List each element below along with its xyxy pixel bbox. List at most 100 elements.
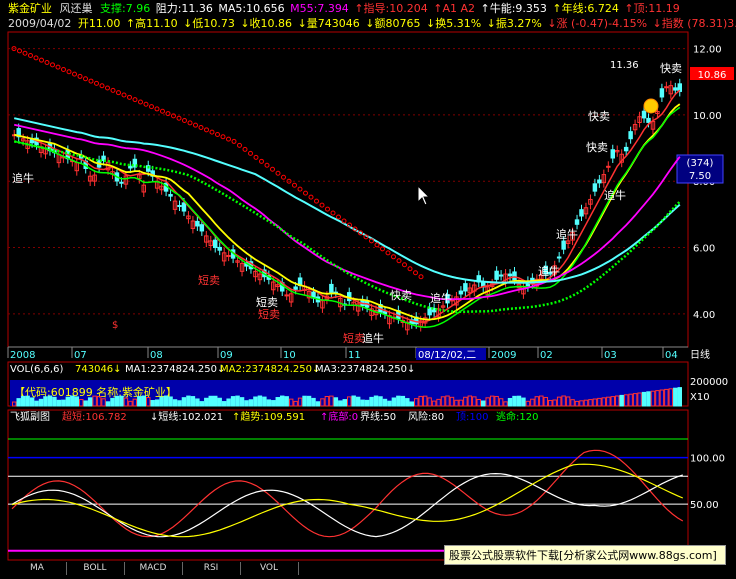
volume-bar xyxy=(387,400,392,407)
annotation-short-sell-2: 短卖 xyxy=(256,295,278,309)
volume-bar xyxy=(516,395,522,407)
volume-bar xyxy=(378,396,383,407)
ma5-value: MA5:10.656 xyxy=(218,2,285,15)
volume-bar xyxy=(673,387,678,407)
price-tick-label: 10.00 xyxy=(693,111,722,122)
volume-bar xyxy=(512,395,517,407)
volume-bar xyxy=(396,395,401,407)
year-line-dot xyxy=(292,182,297,188)
volume-bar xyxy=(226,398,231,407)
annotation-dollar-mark: $ xyxy=(112,320,118,331)
volume-bar xyxy=(199,401,205,407)
sub-trend: ↑趋势:109.591 xyxy=(232,410,305,423)
year-line-dot xyxy=(281,174,286,180)
volume-bar xyxy=(235,395,240,407)
sub-escape: 逃命:120 xyxy=(496,410,538,423)
volume-bar xyxy=(382,398,388,407)
ma-green-line xyxy=(14,106,681,328)
year-line-dot xyxy=(50,62,55,68)
smiley-face-icon xyxy=(643,98,659,114)
annotation-chase-bull-1: 追牛 xyxy=(12,171,34,185)
volume-bar xyxy=(119,395,124,407)
volume-bar xyxy=(208,395,214,407)
volume-bar xyxy=(369,396,374,407)
volume-bar xyxy=(70,395,75,407)
volume-bar xyxy=(409,401,414,407)
year-line-dot xyxy=(17,48,22,54)
info-date: 2009/04/02 xyxy=(8,17,72,30)
year-line-dot xyxy=(303,190,308,196)
volume-bar xyxy=(373,395,379,407)
tab-rsi[interactable]: RSI xyxy=(182,562,241,575)
year-line-dot xyxy=(297,186,303,192)
vol-ma2: MA2:2374824.250↓ xyxy=(220,364,320,375)
year-line-dot xyxy=(66,69,72,75)
annotation-fast-sell-2: 快卖 xyxy=(586,141,608,154)
a1a2-value: ↑A1 A2 xyxy=(433,2,475,15)
tab-boll[interactable]: BOLL xyxy=(66,562,125,575)
chart-canvas[interactable]: 12.0010.008.006.004.0010.86(374)7.5011.3… xyxy=(0,0,736,579)
tab-vol[interactable]: VOL xyxy=(240,562,299,575)
candle-body xyxy=(597,179,602,184)
volume-bar xyxy=(677,387,682,407)
date-cursor-label: 08/12/02,二 xyxy=(418,350,476,361)
year-line-dot xyxy=(237,142,242,148)
info-turnover: ↓换5.31% xyxy=(426,17,482,30)
ad-banner-link[interactable]: 股票公式股票软件下载[分析家公式网www.88gs.com] xyxy=(444,545,726,565)
year-line-dot xyxy=(72,71,77,77)
year-line-value: ↑年线:6.724 xyxy=(552,2,619,15)
candle-body xyxy=(646,117,651,123)
info-amplitude: ↓振3.27% xyxy=(486,17,542,30)
info-open: 开11.00 xyxy=(77,17,121,30)
volume-bar xyxy=(619,394,624,407)
volume-bar xyxy=(204,397,209,407)
volume-bar xyxy=(20,395,26,407)
candle-body xyxy=(623,146,629,152)
volume-bar xyxy=(141,395,147,407)
info-index: ↓指数 (78.31)3. xyxy=(652,17,736,30)
year-line-dot xyxy=(61,66,66,72)
year-line-dot xyxy=(22,50,28,56)
volume-bar xyxy=(239,397,245,407)
volume-bar xyxy=(61,399,66,407)
volume-bar xyxy=(87,397,93,407)
candle-body xyxy=(498,274,504,277)
code-name-label: 【代码:601899 名称:紫金矿业】 xyxy=(14,385,177,399)
vol-ma1: MA1:2374824.250↓ xyxy=(125,364,225,375)
year-line-dot xyxy=(187,120,193,126)
year-line-dot xyxy=(127,94,132,100)
volume-bar xyxy=(150,400,155,407)
volume-bar xyxy=(74,396,79,407)
volume-bar xyxy=(172,399,178,407)
info-close: ↓收10.86 xyxy=(240,17,293,30)
candle-body xyxy=(606,165,611,168)
stock-chart-window: 12.0010.008.006.004.0010.86(374)7.5011.3… xyxy=(0,0,736,579)
volume-bar xyxy=(52,396,57,407)
super-short-line xyxy=(11,449,684,538)
volume-bar xyxy=(213,395,218,407)
year-line-dot xyxy=(28,53,33,59)
volume-bar xyxy=(253,396,258,407)
stock-name: 紫金矿业 xyxy=(8,2,52,15)
annotation-short-sell-3: 短卖 xyxy=(258,307,280,321)
vol-label: VOL(6,6,6) xyxy=(10,364,63,375)
top-value: ↑顶:11.19 xyxy=(624,2,680,15)
candle-body xyxy=(284,294,289,297)
badge-value: 7.50 xyxy=(689,171,711,182)
candle-body xyxy=(427,307,432,316)
peak-price-label: 11.36 xyxy=(610,60,639,71)
candle-body xyxy=(217,246,222,251)
tab-macd[interactable]: MACD xyxy=(124,562,183,575)
year-line-dot xyxy=(402,262,407,268)
vol-value: 743046↓ xyxy=(75,364,122,375)
year-line-dot xyxy=(110,87,116,93)
tab-ma[interactable]: MA xyxy=(8,562,67,575)
volume-bar xyxy=(181,397,187,407)
annotation-chase-bull-4: 追牛 xyxy=(538,264,560,278)
sub-super-short: 超短:106.782 xyxy=(62,410,127,423)
short-line xyxy=(11,472,683,538)
volume-bar xyxy=(16,398,21,407)
time-label: 11 xyxy=(348,350,361,361)
sub-panel-frame xyxy=(7,409,689,561)
volume-bar xyxy=(56,399,62,407)
